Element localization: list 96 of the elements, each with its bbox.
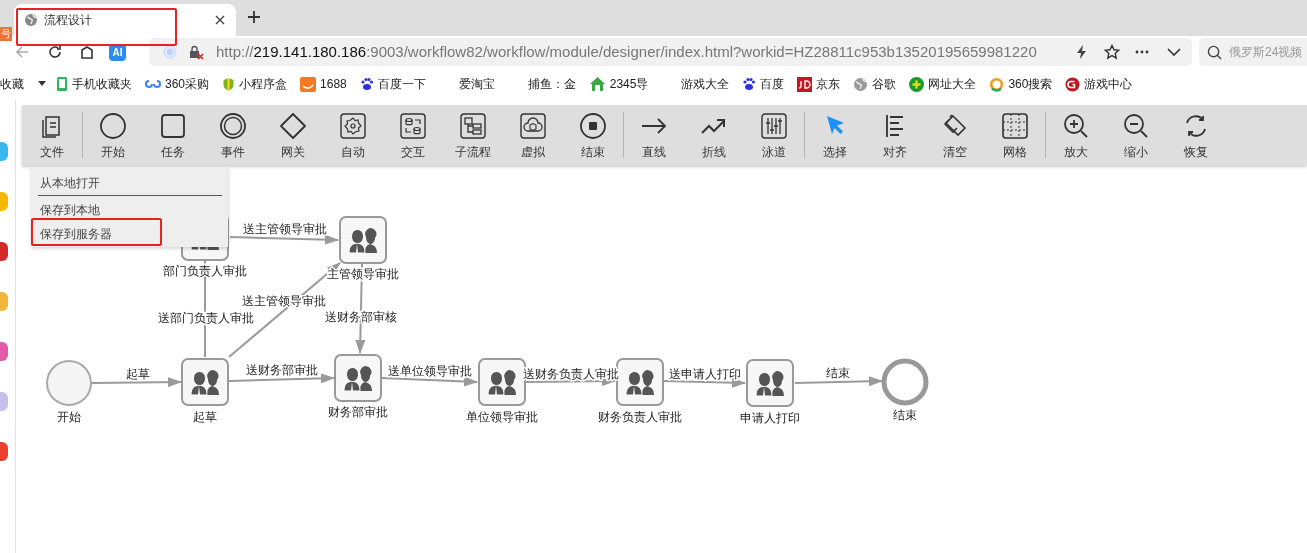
edge-label: 起草 xyxy=(126,367,150,381)
search-field[interactable]: 俄罗斯24视频 xyxy=(1199,38,1307,66)
badge: 号 xyxy=(0,27,12,41)
toolbar-button[interactable]: 直线 xyxy=(624,105,684,165)
circle-icon xyxy=(99,111,127,140)
edge-label: 送财务部审批 xyxy=(246,363,318,377)
home-icon[interactable] xyxy=(79,44,95,60)
node-label: 起草 xyxy=(193,410,217,424)
node-label: 结束 xyxy=(893,408,917,422)
edge-label: 送申请人打印 xyxy=(669,367,741,381)
bookmark-link[interactable]: 百度一下 xyxy=(359,75,426,93)
edge-label: 送财务部审核 xyxy=(325,310,397,324)
app-icon[interactable] xyxy=(0,442,8,461)
toolbar-button[interactable]: 结束 xyxy=(563,105,623,165)
bookmark-link[interactable]: 游戏大全 xyxy=(681,75,730,93)
star-icon[interactable] xyxy=(1104,44,1120,60)
plus-icon[interactable] xyxy=(247,10,261,24)
toolbar-button[interactable]: 清空 xyxy=(925,105,985,165)
menu-item[interactable]: 保存到本地 xyxy=(38,198,222,222)
edge-label: 送单位领导审批 xyxy=(388,364,472,378)
stop-icon xyxy=(579,111,607,140)
edge-label: 送部门负责人审批 xyxy=(158,311,254,325)
edge-label: 送财务负责人审批 xyxy=(523,367,619,381)
caret-icon[interactable] xyxy=(38,81,46,87)
bookmark-link[interactable]: 百度 xyxy=(742,75,785,93)
node-label: 财务负责人审批 xyxy=(598,410,682,424)
menu-item[interactable]: 从本地打开 xyxy=(38,171,222,195)
app-icon[interactable] xyxy=(0,342,8,361)
toolbar-button[interactable]: 任务 xyxy=(143,105,203,165)
globe-icon xyxy=(24,13,38,27)
toolbar-button[interactable]: 网关 xyxy=(263,105,323,165)
edge-label: 结束 xyxy=(826,366,850,380)
search-icon xyxy=(1207,45,1222,60)
double-circle-icon xyxy=(219,111,247,140)
node-label: 申请人打印 xyxy=(740,411,800,425)
zoom-in-icon xyxy=(1062,111,1090,140)
toolbar-button[interactable]: 子流程 xyxy=(443,105,503,165)
lock-icon[interactable] xyxy=(188,44,204,60)
toolbar-button[interactable]: 自动 xyxy=(323,105,383,165)
bookmark-link[interactable]: 谷歌 xyxy=(853,75,897,93)
app-icon[interactable] xyxy=(0,242,8,261)
cloud-icon xyxy=(519,111,547,140)
bookmark-folder[interactable]: 收藏 xyxy=(0,75,24,93)
people-icon xyxy=(625,370,654,396)
address-bar[interactable]: http://219.141.180.186:9003/workflow82/workflow/module/designer/index.html?workid=HZ28811c953b13520195659981220 xyxy=(149,38,1192,66)
browser-tab[interactable]: 流程设计 xyxy=(14,4,236,36)
swimlane-icon xyxy=(760,111,788,140)
people-icon xyxy=(348,228,377,254)
bookmark-link[interactable]: 小程序盒 xyxy=(222,75,288,93)
bookmark-link[interactable]: 360搜索 xyxy=(989,75,1053,93)
toolbar-button[interactable]: 放大 xyxy=(1046,105,1106,165)
diamond-icon xyxy=(279,111,307,140)
zoom-out-icon xyxy=(1122,111,1150,140)
subprocess-icon xyxy=(459,111,487,140)
toolbar-button[interactable]: 对齐 xyxy=(865,105,925,165)
square-icon xyxy=(159,111,187,140)
node-label: 开始 xyxy=(57,410,81,424)
start-event xyxy=(46,360,92,406)
bookmark-link[interactable]: 网址大全 xyxy=(909,75,977,93)
toolbar-button[interactable]: 开始 xyxy=(83,105,143,165)
back-icon[interactable] xyxy=(14,44,30,60)
menu-item[interactable]: 保存到服务器 xyxy=(38,222,222,246)
bookmark-link[interactable]: 2345导 xyxy=(588,75,649,93)
toolbar-button[interactable]: 虚拟 xyxy=(503,105,563,165)
bookmark-link[interactable]: 手机收藏夹 xyxy=(56,75,132,93)
bookmark-link[interactable]: 京东 xyxy=(797,75,841,93)
grid-icon xyxy=(1001,111,1029,140)
edge-label: 送主管领导审批 xyxy=(242,294,326,308)
gear-icon xyxy=(339,111,367,140)
bookmark-link[interactable]: 1688 xyxy=(300,75,347,93)
node-label: 财务部审批 xyxy=(328,405,388,419)
toolbar-button[interactable]: 缩小 xyxy=(1106,105,1166,165)
bookmark-link[interactable]: 360采购 xyxy=(145,75,210,93)
people-icon xyxy=(487,370,516,396)
close-icon[interactable] xyxy=(214,14,226,26)
bookmark-link[interactable]: 捕鱼：金 xyxy=(527,75,576,93)
bookmark-link[interactable]: 游戏中心 xyxy=(1065,75,1133,93)
exchange-icon xyxy=(399,111,427,140)
reload-icon[interactable] xyxy=(47,44,63,60)
end-event xyxy=(881,358,929,406)
toolbar-button[interactable]: 泳道 xyxy=(744,105,804,165)
bookmark-link[interactable]: 爱淘宝 xyxy=(458,75,495,93)
toolbar-button[interactable]: 折线 xyxy=(684,105,744,165)
toolbar-button[interactable]: 文件 xyxy=(22,105,82,165)
node-label: 单位领导审批 xyxy=(466,410,538,424)
toolbar-button[interactable]: 网格 xyxy=(985,105,1045,165)
node-label: 主管领导审批 xyxy=(327,267,399,281)
toolbar-button[interactable]: 事件 xyxy=(203,105,263,165)
edge-label: 送主管领导审批 xyxy=(243,222,327,236)
people-icon xyxy=(755,371,784,397)
toolbar-button[interactable]: 交互 xyxy=(383,105,443,165)
people-icon xyxy=(343,366,372,392)
toolbar-button[interactable]: 恢复 xyxy=(1166,105,1226,165)
people-icon xyxy=(190,370,219,396)
url-text[interactable]: http://219.141.180.186:9003/workflow82/workflow/module/designer/index.html?workid=HZ28811c953b13520195659981220 xyxy=(216,40,1064,64)
toolbar-button[interactable]: 选择 xyxy=(805,105,865,165)
